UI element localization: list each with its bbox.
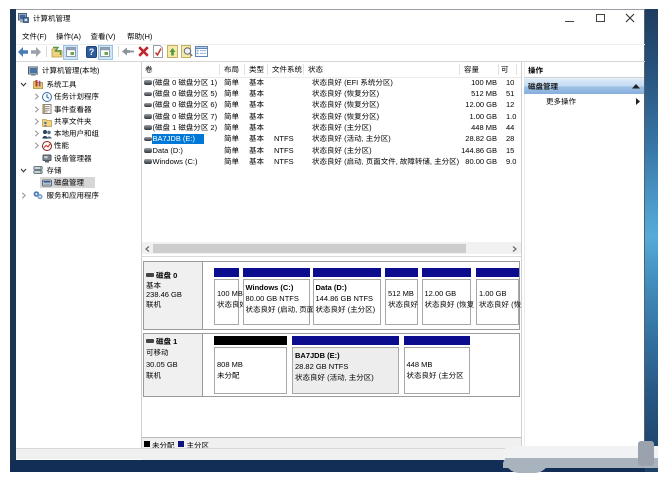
svg-text:?: ? — [88, 47, 94, 57]
